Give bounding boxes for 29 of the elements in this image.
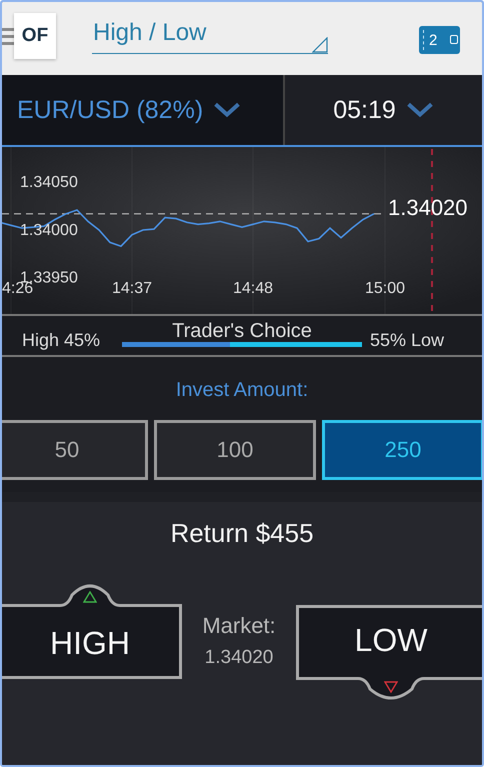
menu-icon[interactable]	[2, 26, 14, 46]
current-price-label: 1.34020	[388, 194, 468, 220]
x-axis-label: 14:37	[112, 280, 152, 297]
market-price: 1.34020	[204, 647, 274, 669]
down-triangle-icon	[384, 681, 398, 693]
amount-option[interactable]: 50	[2, 420, 148, 480]
asset-selector[interactable]: EUR/USD (82%)	[2, 75, 285, 145]
high-percentage: High 45%	[22, 330, 102, 351]
y-axis-label: 1.34000	[20, 222, 78, 239]
app-logo[interactable]: OF	[14, 12, 56, 58]
high-button[interactable]: HIGH	[2, 583, 182, 679]
amount-option[interactable]: 100	[154, 420, 316, 480]
x-axis-label: 14:48	[232, 280, 274, 297]
x-axis-label: 15:00	[364, 280, 406, 297]
low-percentage: 55% Low	[370, 330, 444, 351]
sentiment-title: Trader's Choice	[172, 320, 312, 342]
dropdown-corner-icon	[312, 36, 328, 52]
market-label: Market:	[202, 613, 276, 639]
chevron-icon	[406, 102, 434, 118]
invest-label: Invest Amount:	[176, 379, 308, 402]
expiry-selector[interactable]: 05:19	[285, 75, 482, 145]
return-amount: Return $455	[169, 518, 315, 549]
mode-dropdown[interactable]: High / Low	[92, 16, 328, 54]
amount-option[interactable]: 250	[322, 420, 482, 480]
up-triangle-icon	[83, 591, 97, 603]
low-button[interactable]: LOW	[296, 605, 482, 701]
chevron-icon	[213, 102, 242, 118]
y-axis-label: 1.34050	[20, 174, 78, 192]
wallet-button[interactable]: 2	[419, 26, 460, 54]
